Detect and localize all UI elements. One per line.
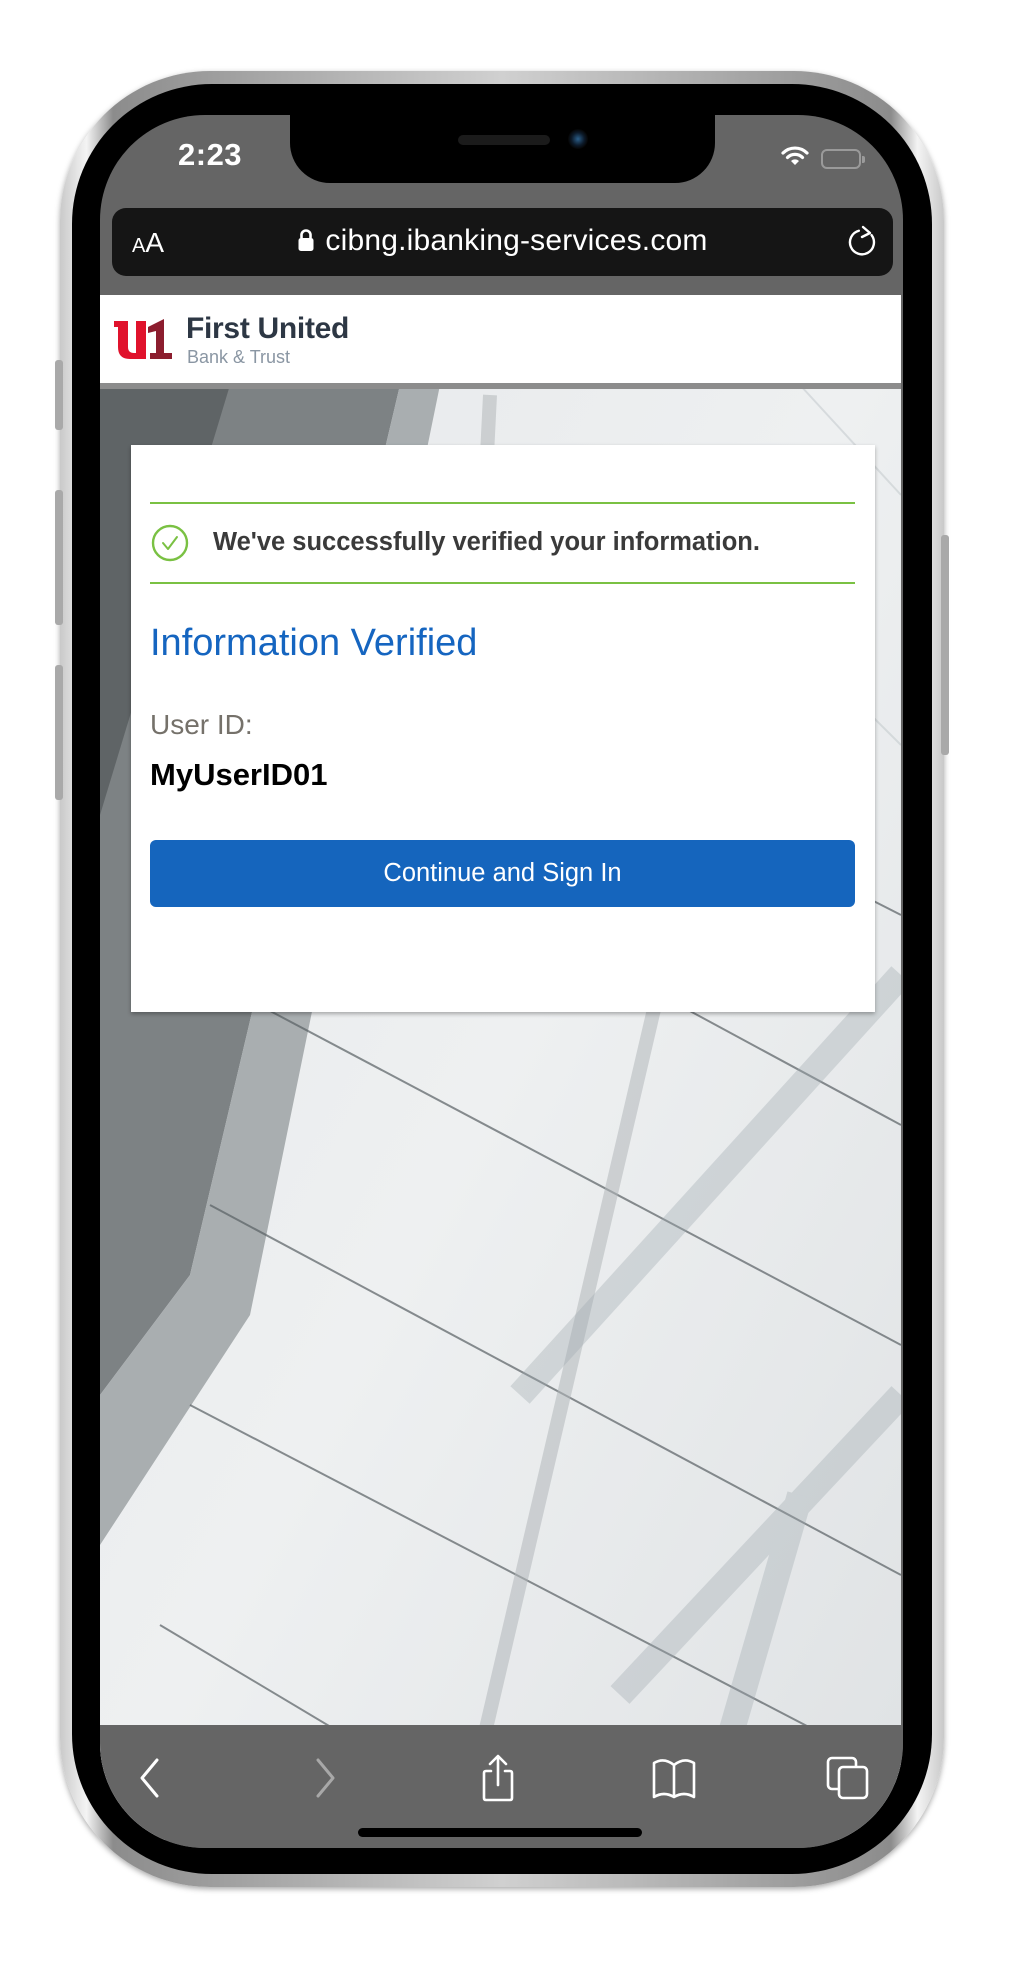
address-bar[interactable]: AA cibng.ibanking-services.com <box>112 208 893 276</box>
share-button[interactable] <box>468 1751 528 1805</box>
bank-subtitle: Bank & Trust <box>187 347 291 367</box>
forward-button[interactable] <box>295 1751 355 1805</box>
battery-icon <box>821 148 865 169</box>
continue-sign-in-button[interactable]: Continue and Sign In <box>150 840 855 907</box>
wifi-icon <box>781 145 809 172</box>
book-icon <box>652 1759 696 1799</box>
web-page: First United Bank & Trust We've successf… <box>100 295 901 1840</box>
bank-logo-icon[interactable] <box>112 317 176 366</box>
chevron-left-icon <box>140 1758 159 1798</box>
verification-card: We've successfully verified your informa… <box>131 445 875 1012</box>
success-message: We've successfully verified your informa… <box>213 528 760 556</box>
success-banner: We've successfully verified your informa… <box>150 502 855 584</box>
share-icon <box>482 1754 514 1802</box>
tabs-icon <box>826 1756 869 1800</box>
home-indicator[interactable] <box>358 1828 642 1837</box>
url-text: cibng.ibanking-services.com <box>325 224 708 257</box>
page-title: Information Verified <box>150 622 478 664</box>
back-button[interactable] <box>120 1751 180 1805</box>
status-time: 2:23 <box>178 137 243 172</box>
userid-value: MyUserID01 <box>150 757 328 792</box>
userid-label: User ID: <box>150 709 253 740</box>
volume-down-button <box>55 665 63 800</box>
browser-toolbar <box>100 1725 903 1848</box>
chevron-right-icon <box>316 1758 335 1798</box>
silent-switch <box>55 360 63 430</box>
lock-icon <box>297 226 315 260</box>
bookmarks-button[interactable] <box>644 1751 704 1805</box>
volume-up-button <box>55 490 63 625</box>
reload-icon[interactable] <box>845 224 879 265</box>
front-camera <box>568 129 588 149</box>
notch <box>290 115 715 183</box>
url-display[interactable]: cibng.ibanking-services.com <box>112 224 893 260</box>
tabs-button[interactable] <box>818 1751 878 1805</box>
speaker <box>458 135 550 145</box>
phone-screen: 2:23 AA cibng.ibanking-services.com Firs… <box>100 115 903 1848</box>
bank-name: First United <box>186 312 350 345</box>
power-button <box>941 535 949 755</box>
site-header: First United Bank & Trust <box>100 295 901 389</box>
status-icons <box>781 145 865 172</box>
check-circle-icon <box>151 524 189 567</box>
